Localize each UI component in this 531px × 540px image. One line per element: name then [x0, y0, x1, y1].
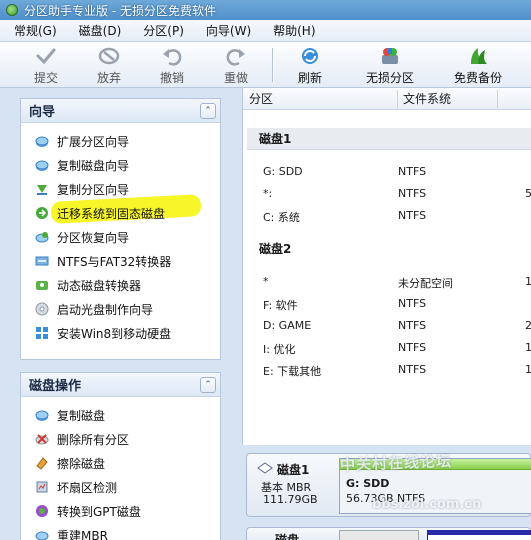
- wizard-item-win8[interactable]: 安装Win8到移动硬盘: [21, 321, 220, 345]
- disk-op-gpt[interactable]: 转换到GPT磁盘: [21, 499, 220, 523]
- redo-button[interactable]: 重做: [224, 46, 248, 86]
- check-icon: [35, 46, 57, 66]
- collapse-icon[interactable]: ⌃: [200, 103, 216, 119]
- menu-bar: 常规(G) 磁盘(D) 分区(P) 向导(W) 帮助(H): [0, 20, 531, 42]
- wizard-item-migrate-ssd[interactable]: 迁移系统到固态磁盘: [21, 194, 220, 225]
- disk1-size: 111.79GB: [263, 493, 318, 506]
- menu-partition[interactable]: 分区(P): [143, 22, 184, 39]
- wizard-panel-title: 向导: [29, 105, 56, 120]
- undo-button[interactable]: 撤销: [160, 46, 184, 86]
- disk2-partition[interactable]: [427, 530, 531, 540]
- disk2-name: 磁盘: [275, 533, 300, 540]
- left-panel: 向导 ⌃ 扩展分区向导 复制磁盘向导 复制分区向导 迁移系统到固态磁盘 分区恢复…: [0, 88, 236, 540]
- toolbar-separator: [272, 48, 273, 82]
- wizard-item-ntfs-fat32[interactable]: NTFS与FAT32转换器: [21, 249, 220, 273]
- disk-icon: [257, 462, 273, 477]
- disk-ops-title: 磁盘操作: [29, 379, 82, 394]
- lossless-button[interactable]: 无损分区: [366, 46, 414, 86]
- column-divider[interactable]: [397, 90, 398, 108]
- backup-button[interactable]: 免费备份: [454, 46, 502, 86]
- table-row[interactable]: * 未分配空间 1: [243, 271, 531, 293]
- arrow-down-icon: [35, 182, 49, 196]
- column-partition[interactable]: 分区: [249, 90, 273, 107]
- redo-icon: [225, 46, 247, 66]
- menu-wizard[interactable]: 向导(W): [206, 22, 251, 39]
- menu-disk[interactable]: 磁盘(D): [79, 22, 122, 39]
- disk-op-rebuild-mbr[interactable]: 重建MBR: [21, 523, 220, 540]
- table-row[interactable]: D: GAME NTFS 2: [243, 315, 531, 337]
- refresh-label: 刷新: [298, 71, 323, 85]
- wizard-panel-header: 向导 ⌃: [21, 99, 220, 123]
- table-row[interactable]: I: 优化 NTFS 1: [243, 337, 531, 359]
- menu-general[interactable]: 常规(G): [14, 22, 57, 39]
- backup-icon: [467, 46, 489, 66]
- partition-icon: [379, 46, 401, 66]
- column-filesystem[interactable]: 文件系统: [403, 90, 451, 107]
- disk-op-wipe[interactable]: 擦除磁盘: [21, 451, 220, 475]
- discard-button[interactable]: 放弃: [97, 46, 121, 86]
- window-title: 分区助手专业版 - 无损分区免费软件: [24, 3, 216, 18]
- redo-label: 重做: [224, 71, 249, 85]
- mbr-icon: [35, 528, 49, 540]
- disk-icon: [35, 158, 49, 172]
- table-row[interactable]: C: 系统 NTFS: [243, 205, 531, 227]
- toolbar: 提交 放弃 撤销 重做 刷新 无损分区 免费备份: [0, 42, 531, 88]
- wizard-item-dynamic[interactable]: 动态磁盘转换器: [21, 273, 220, 297]
- disk-icon: [35, 408, 49, 422]
- backup-label: 免费备份: [454, 71, 503, 85]
- table-row[interactable]: G: SDD NTFS: [243, 161, 531, 183]
- eraser-icon: [35, 456, 49, 470]
- dynamic-disk-icon: [35, 278, 49, 292]
- table-row[interactable]: *: NTFS 5: [243, 183, 531, 205]
- disk-op-copy[interactable]: 复制磁盘: [21, 403, 220, 427]
- table-row[interactable]: E: 下载其他 NTFS 1: [243, 359, 531, 381]
- watermark-url: bbs.zol.com.cn: [372, 497, 482, 512]
- commit-button[interactable]: 提交: [34, 46, 58, 86]
- partition-name: G: SDD: [346, 477, 390, 490]
- gpt-icon: [35, 504, 49, 518]
- wizard-item-extend[interactable]: 扩展分区向导: [21, 129, 220, 153]
- column-divider[interactable]: [497, 90, 498, 108]
- refresh-button[interactable]: 刷新: [298, 46, 322, 86]
- migrate-icon: [35, 206, 49, 220]
- convert-icon: [35, 254, 49, 268]
- disk-ops-panel: 磁盘操作 ⌃ 复制磁盘 删除所有分区 擦除磁盘 坏扇区检测 转换到GPT磁盘 重…: [20, 372, 221, 540]
- disk-group-1[interactable]: 磁盘1: [247, 128, 531, 150]
- partition-list-header: 分区 文件系统: [243, 88, 531, 110]
- delete-icon: [35, 432, 49, 446]
- wizard-item-bootcd[interactable]: 启动光盘制作向导: [21, 297, 220, 321]
- watermark-text: 中关村在线论坛: [339, 452, 453, 474]
- windows-icon: [35, 326, 49, 340]
- disk1-name: 磁盘1: [277, 463, 310, 477]
- collapse-icon[interactable]: ⌃: [200, 377, 216, 393]
- disk-map-disk2[interactable]: 磁盘: [246, 527, 531, 540]
- discard-label: 放弃: [97, 71, 122, 85]
- discard-icon: [98, 46, 120, 66]
- disk-op-badsector[interactable]: 坏扇区检测: [21, 475, 220, 499]
- wizard-item-recover[interactable]: 分区恢复向导: [21, 225, 220, 249]
- undo-icon: [161, 46, 183, 66]
- disk-ops-header: 磁盘操作 ⌃: [21, 373, 220, 397]
- refresh-icon: [299, 46, 321, 66]
- disk-op-delete-all[interactable]: 删除所有分区: [21, 427, 220, 451]
- disk2-partition-unallocated[interactable]: [339, 530, 419, 540]
- app-icon: [6, 4, 18, 16]
- disk-icon: [35, 134, 49, 148]
- wizard-item-copy-disk[interactable]: 复制磁盘向导: [21, 153, 220, 177]
- recover-icon: [35, 230, 49, 244]
- table-row[interactable]: F: 软件 NTFS: [243, 293, 531, 315]
- wizard-panel: 向导 ⌃ 扩展分区向导 复制磁盘向导 复制分区向导 迁移系统到固态磁盘 分区恢复…: [20, 98, 221, 360]
- lossless-label: 无损分区: [366, 71, 415, 85]
- cd-icon: [35, 302, 49, 316]
- menu-help[interactable]: 帮助(H): [273, 22, 315, 39]
- undo-label: 撤销: [160, 71, 185, 85]
- commit-label: 提交: [34, 71, 59, 85]
- sector-icon: [35, 480, 49, 494]
- disk-group-2[interactable]: 磁盘2: [247, 237, 531, 259]
- title-bar: 分区助手专业版 - 无损分区免费软件: [0, 0, 531, 20]
